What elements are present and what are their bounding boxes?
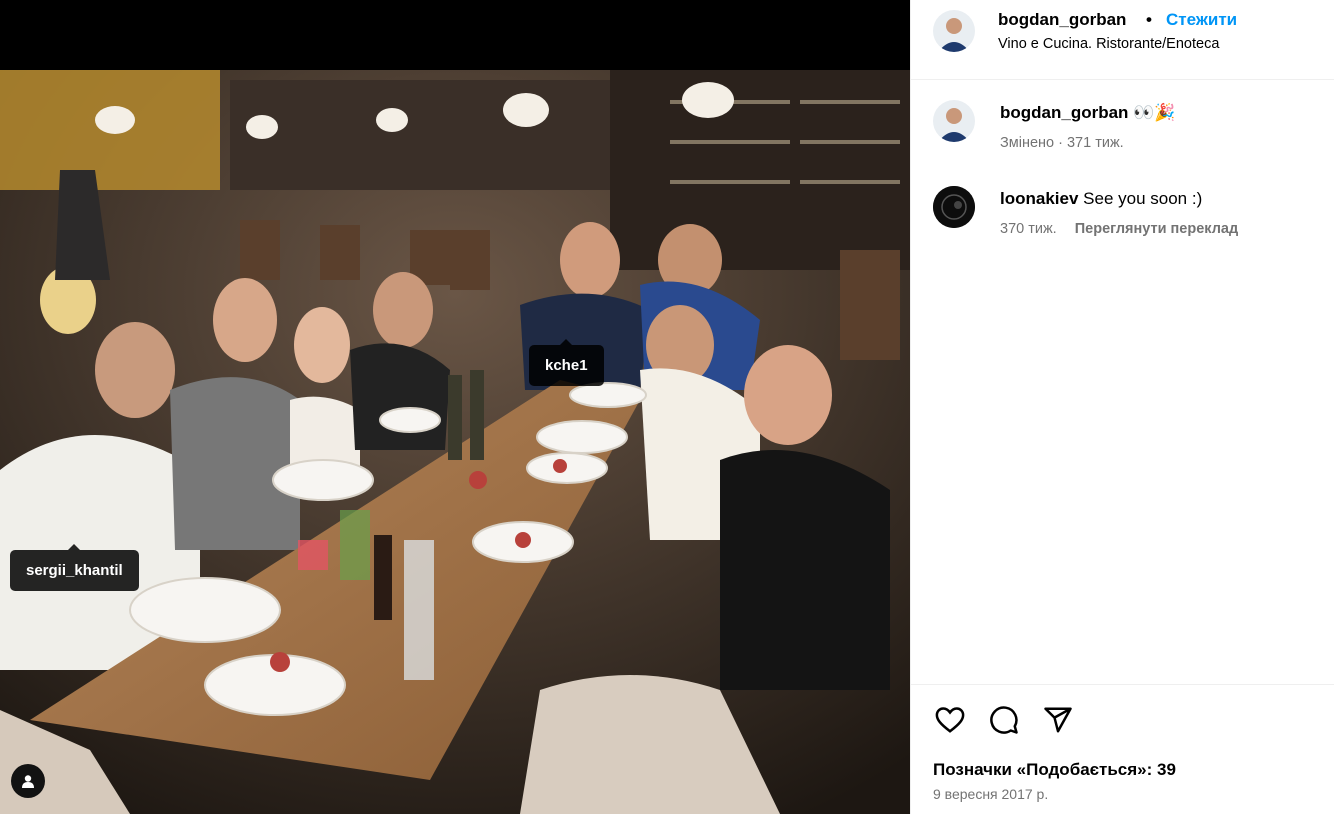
post-footer: Позначки «Подобається»: 39 9 вересня 201…	[911, 684, 1334, 814]
share-button[interactable]	[1041, 703, 1075, 737]
comment-avatar[interactable]	[933, 186, 975, 228]
action-bar	[933, 703, 1075, 737]
comment-text: See you soon :)	[1083, 189, 1203, 208]
user-tag-icon	[22, 775, 34, 788]
post-media: sergii_khantil kche1	[0, 0, 910, 814]
like-button[interactable]	[933, 703, 967, 737]
follow-button[interactable]: Стежити	[1166, 10, 1237, 30]
comment-button[interactable]	[987, 703, 1021, 737]
user-tag-sergii-khantil[interactable]: sergii_khantil	[10, 544, 139, 591]
comment-icon	[990, 706, 1018, 734]
header-separator: •	[1146, 10, 1152, 29]
see-translation-link[interactable]: Переглянути переклад	[1075, 221, 1238, 237]
share-icon	[1044, 707, 1072, 733]
comment-meta: Змінено · 371 тиж.	[1000, 135, 1124, 151]
user-tags-button[interactable]	[11, 764, 45, 798]
comment-text: 👀🎉	[1133, 103, 1176, 122]
post-location[interactable]: Vino e Cucina. Ristorante/Enoteca	[998, 36, 1219, 52]
comment-meta: 370 тиж. Переглянути переклад	[1000, 221, 1238, 237]
post-date: 9 вересня 2017 р.	[933, 786, 1049, 802]
post-sidebar: bogdan_gorban • Стежити Vino e Cucina. R…	[910, 0, 1334, 814]
comment-line: loonakiev See you soon :)	[1000, 189, 1202, 209]
comment-avatar[interactable]	[933, 100, 975, 142]
comment-line: bogdan_gorban 👀🎉	[1000, 103, 1176, 123]
comment-username[interactable]: loonakiev	[1000, 189, 1078, 208]
post-header: bogdan_gorban • Стежити Vino e Cucina. R…	[911, 0, 1334, 80]
author-username[interactable]: bogdan_gorban	[998, 10, 1126, 30]
comment-username[interactable]: bogdan_gorban	[1000, 103, 1128, 122]
user-tag-kche1[interactable]: kche1	[529, 339, 604, 386]
comment-time: 370 тиж.	[1000, 221, 1057, 237]
likes-count[interactable]: Позначки «Подобається»: 39	[933, 760, 1176, 780]
author-avatar[interactable]	[933, 10, 975, 52]
heart-icon	[935, 707, 965, 733]
post-photo[interactable]	[0, 70, 910, 814]
